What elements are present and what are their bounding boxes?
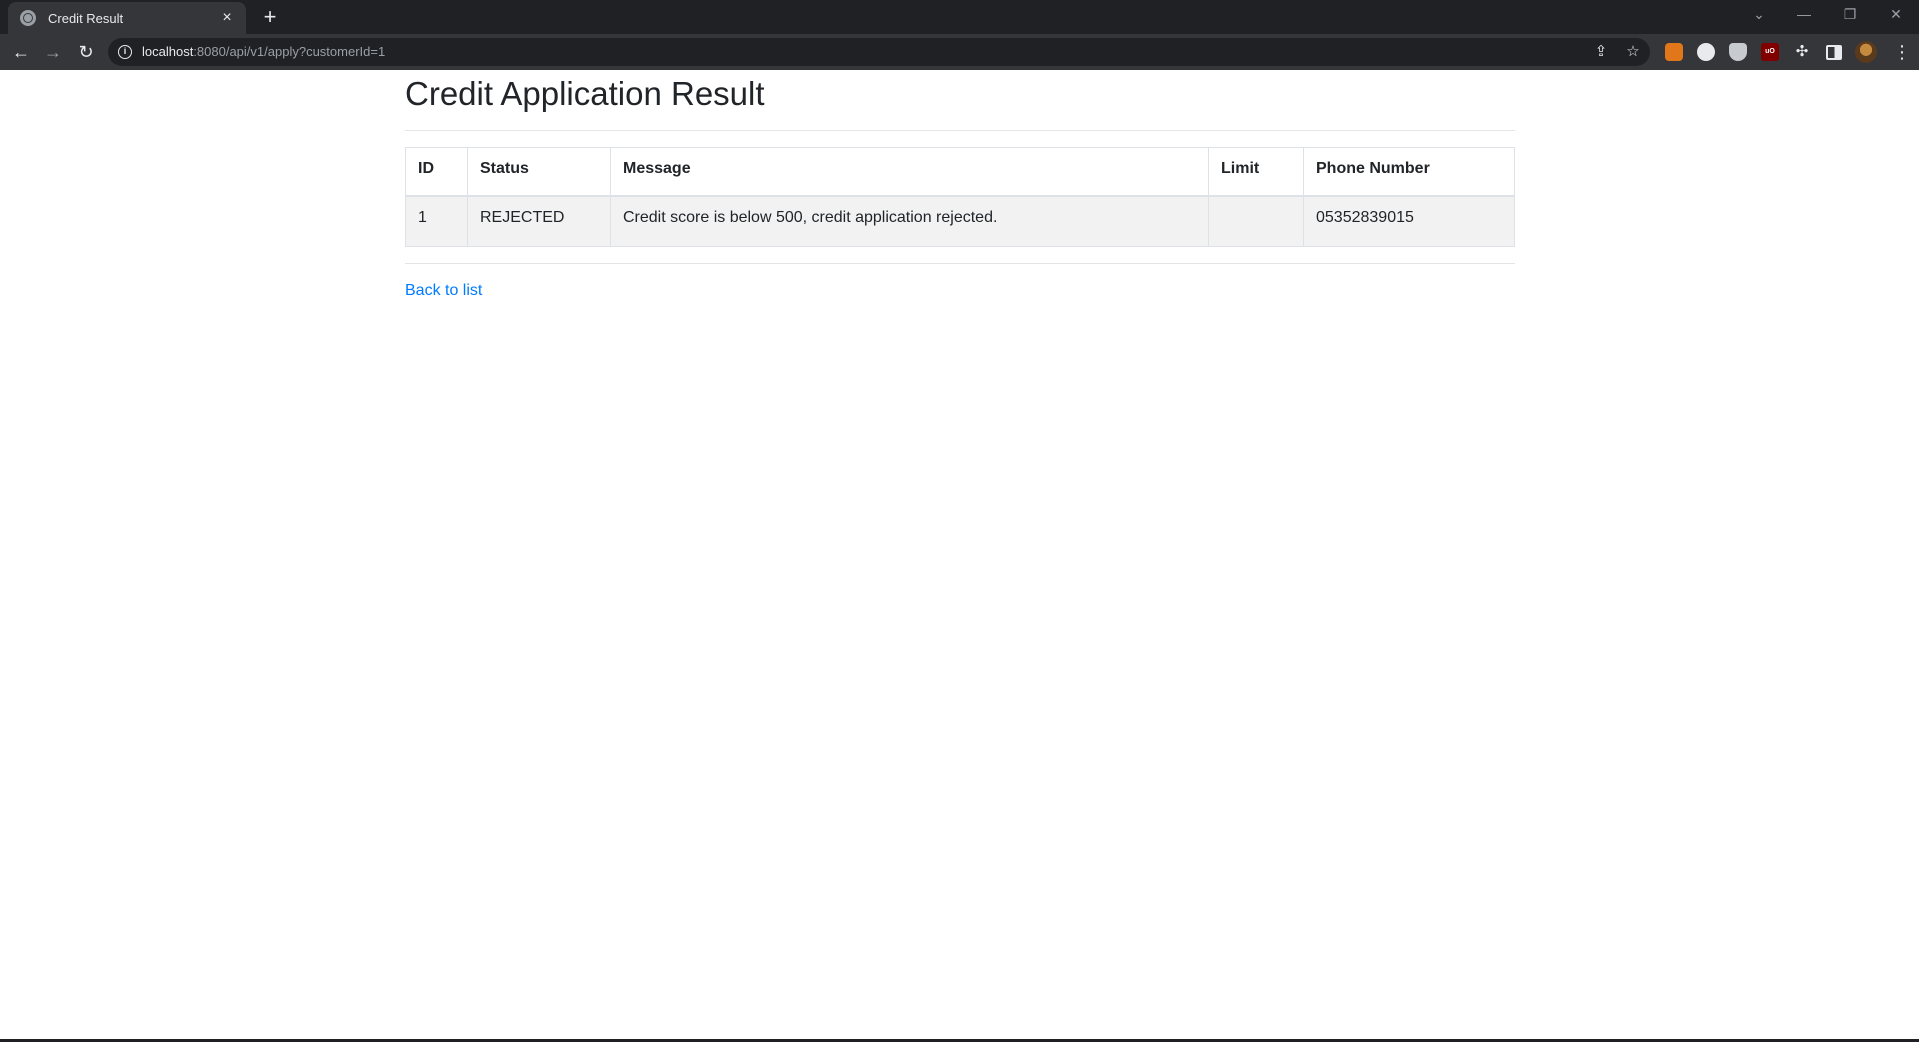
side-panel-icon[interactable]	[1826, 45, 1842, 60]
column-header-id: ID	[405, 146, 468, 198]
tab-search-chevron-icon[interactable]: ⌄	[1736, 0, 1782, 30]
cell-limit	[1208, 195, 1304, 247]
url-host: localhost	[142, 44, 194, 59]
metamask-fox-icon[interactable]	[1665, 43, 1683, 61]
column-header-message: Message	[610, 146, 1209, 198]
back-arrow-icon[interactable]: ←	[6, 37, 36, 67]
bookmark-star-icon[interactable]: ☆	[1624, 43, 1642, 61]
divider	[405, 129, 1515, 131]
url-path: :8080/api/v1/apply?customerId=1	[193, 44, 386, 59]
divider	[405, 262, 1515, 264]
table-row: 1 REJECTED Credit score is below 500, cr…	[405, 195, 1515, 247]
cell-message: Credit score is below 500, credit applic…	[610, 195, 1209, 247]
tab-title: Credit Result	[48, 10, 124, 26]
address-bar[interactable]: i localhost:8080/api/v1/apply?customerId…	[108, 38, 1650, 66]
close-tab-icon[interactable]: ×	[218, 9, 236, 27]
new-tab-button[interactable]: +	[258, 6, 282, 30]
browser-tab[interactable]: Credit Result ×	[8, 2, 246, 34]
profile-avatar-icon[interactable]	[1855, 41, 1877, 63]
page-title: Credit Application Result	[405, 75, 765, 112]
minimize-window-icon[interactable]: —	[1781, 0, 1827, 30]
back-to-list-link[interactable]: Back to list	[405, 282, 482, 300]
forward-arrow-icon[interactable]: →	[38, 37, 68, 67]
cell-id: 1	[405, 195, 468, 247]
column-header-limit: Limit	[1208, 146, 1304, 198]
column-header-phone-number: Phone Number	[1303, 146, 1515, 198]
reload-icon[interactable]: ↻	[71, 37, 101, 67]
browser-toolbar: ← → ↻ i localhost:8080/api/v1/apply?cust…	[0, 34, 1919, 70]
info-icon[interactable]: i	[118, 45, 132, 59]
globe-icon	[20, 10, 36, 26]
content-container: Credit Application Result ID Status Mess…	[405, 70, 1515, 300]
column-header-status: Status	[467, 146, 611, 198]
puzzle-extensions-icon[interactable]: ✣	[1793, 43, 1811, 61]
ublock-icon[interactable]: uO	[1761, 43, 1779, 61]
url-text[interactable]: localhost:8080/api/v1/apply?customerId=1	[142, 44, 385, 59]
circle-extension-icon[interactable]	[1697, 43, 1715, 61]
share-icon[interactable]: ⇪	[1592, 43, 1610, 61]
browser-tab-strip: Credit Result × + ⌄ — ❐ ✕	[0, 0, 1919, 34]
page-viewport: Credit Application Result ID Status Mess…	[0, 70, 1919, 1042]
close-window-icon[interactable]: ✕	[1873, 0, 1919, 30]
table-header-row: ID Status Message Limit Phone Number	[405, 146, 1515, 198]
restore-window-icon[interactable]: ❐	[1827, 0, 1873, 30]
cell-phone-number: 05352839015	[1303, 195, 1515, 247]
result-table: ID Status Message Limit Phone Number 1 R…	[405, 146, 1515, 247]
cell-status: REJECTED	[467, 195, 611, 247]
kebab-menu-icon[interactable]: ⋮	[1893, 42, 1911, 62]
shield-extension-icon[interactable]	[1729, 43, 1747, 61]
